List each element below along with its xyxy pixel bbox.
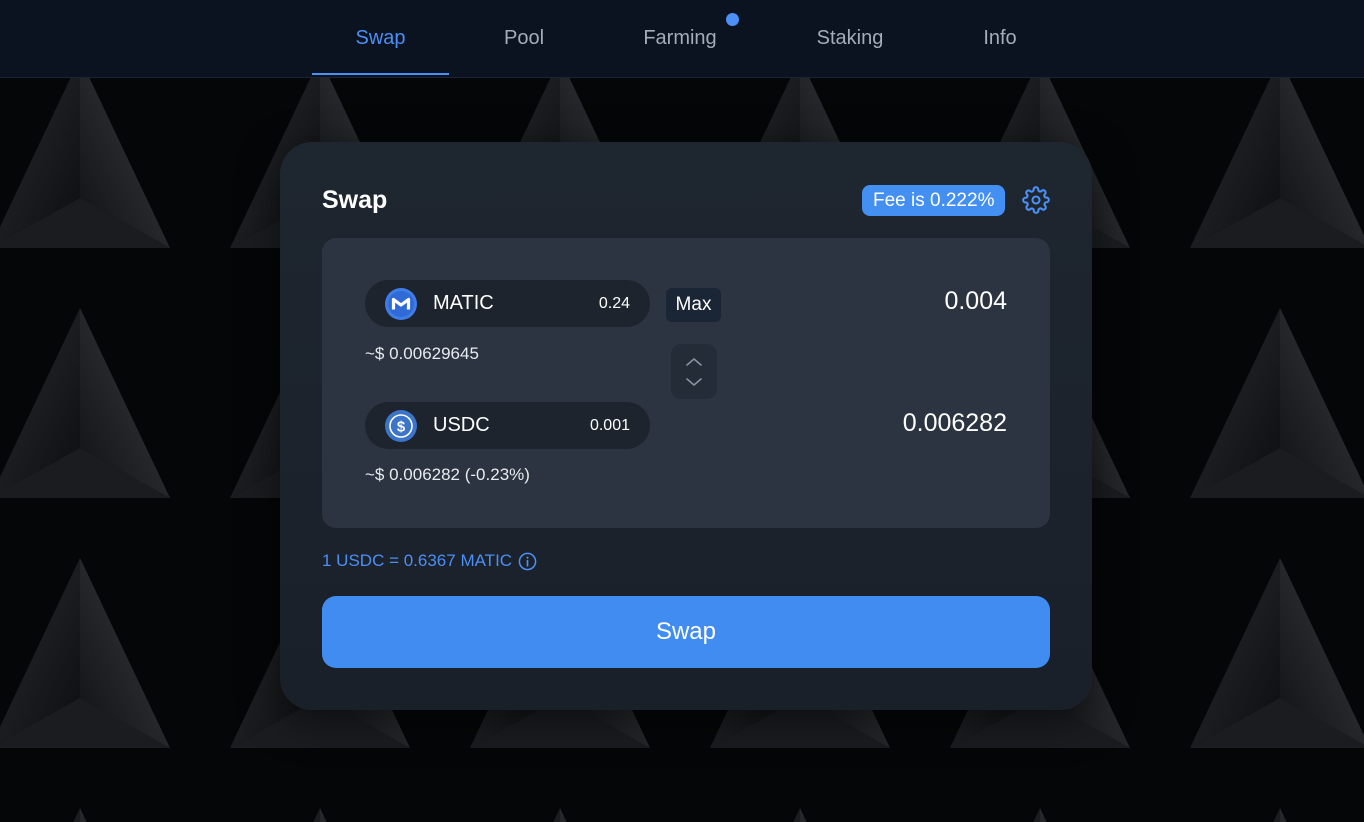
switch-tokens-button[interactable] — [671, 344, 717, 399]
to-amount-output: 0.006282 — [902, 409, 1007, 437]
active-tab-indicator — [312, 73, 449, 75]
swap-panel: MATIC 0.24 Max 0.004 ~$ 0.00629645 $ USD… — [322, 238, 1050, 528]
matic-token-icon — [385, 288, 417, 320]
farming-notification-dot — [726, 13, 739, 26]
fee-badge: Fee is 0.222% — [862, 185, 1006, 216]
nav-tab-pool[interactable]: Pool — [480, 0, 568, 76]
from-token-name: MATIC — [433, 292, 494, 314]
from-usd-value: ~$ 0.00629645 — [365, 344, 479, 363]
svg-text:$: $ — [397, 419, 406, 436]
to-token-name: USDC — [433, 414, 490, 436]
gear-icon[interactable] — [1022, 186, 1050, 214]
exchange-rate: 1 USDC = 0.6367 MATIC — [322, 550, 537, 572]
nav-tab-swap[interactable]: Swap — [312, 0, 449, 76]
max-button[interactable]: Max — [666, 288, 721, 322]
chevron-up-down-icon — [686, 357, 702, 386]
top-navigation: Swap Pool Farming Staking Info — [0, 0, 1364, 78]
from-token-balance: 0.24 — [598, 295, 630, 312]
exchange-rate-text: 1 USDC = 0.6367 MATIC — [322, 551, 513, 570]
from-amount-input[interactable]: 0.004 — [944, 287, 1007, 316]
nav-tab-info[interactable]: Info — [965, 0, 1035, 76]
card-title: Swap — [322, 186, 388, 214]
nav-tab-farming[interactable]: Farming — [630, 0, 730, 76]
from-token-selector[interactable]: MATIC 0.24 — [365, 280, 650, 327]
nav-tab-staking[interactable]: Staking — [800, 0, 900, 76]
to-token-balance: 0.001 — [589, 417, 630, 434]
swap-card: Swap Fee is 0.222% MATIC 0.24 Max 0.004 … — [280, 142, 1092, 710]
usdc-token-icon: $ — [385, 410, 417, 442]
to-usd-value: ~$ 0.006282 (-0.23%) — [365, 465, 530, 484]
swap-button[interactable]: Swap — [322, 596, 1050, 668]
info-icon[interactable] — [518, 552, 537, 571]
to-token-selector[interactable]: $ USDC 0.001 — [365, 402, 650, 449]
